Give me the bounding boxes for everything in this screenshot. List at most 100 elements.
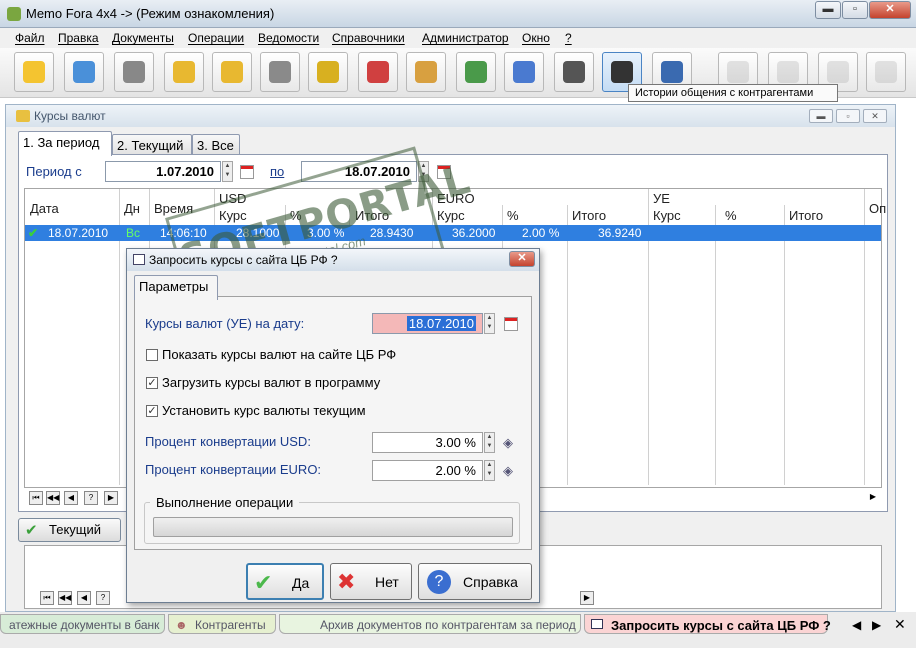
first-record-button[interactable]: ⏮ xyxy=(40,591,54,605)
close-tab-icon[interactable]: ✕ xyxy=(894,616,906,633)
tab-all[interactable]: 3. Все xyxy=(192,134,240,156)
help-label: Справка xyxy=(463,574,518,590)
eraser-icon[interactable]: ◈ xyxy=(503,435,513,451)
prev-page-button[interactable]: ◀◀ xyxy=(58,591,72,605)
prev-record-button[interactable]: ◀ xyxy=(77,591,91,605)
next-tab-arrow-icon[interactable]: ▶ xyxy=(872,618,881,632)
next-record-button[interactable]: ▶ xyxy=(104,491,118,505)
period-from-spinner[interactable]: ▲ ▼ xyxy=(222,161,233,182)
child-minimize-button[interactable]: ▬ xyxy=(809,109,833,123)
note-pen-button[interactable] xyxy=(14,52,54,92)
child-title: Курсы валют xyxy=(34,109,106,123)
child-close-button[interactable]: ✕ xyxy=(863,109,887,123)
menu-help[interactable]: ? xyxy=(565,31,572,45)
menu-admin[interactable]: Администратор xyxy=(422,31,509,45)
printer-register-button[interactable] xyxy=(114,52,154,92)
prev-page-button[interactable]: ◀◀ xyxy=(46,491,60,505)
users-icon: ☻ xyxy=(175,618,188,632)
yes-button[interactable]: ✔ Да xyxy=(246,563,324,600)
import-folder-icon xyxy=(221,61,243,83)
col-ue-total[interactable]: Итого xyxy=(789,208,823,223)
import-folder-button[interactable] xyxy=(212,52,252,92)
set-current-checkbox[interactable]: ✓ xyxy=(146,405,158,417)
headset-icon xyxy=(611,61,633,83)
usd-pct-spinner[interactable]: ▲ ▼ xyxy=(484,432,495,453)
grid-line xyxy=(715,205,716,485)
tab-contractors[interactable]: ☻ Контрагенты xyxy=(168,614,276,634)
minimize-button[interactable]: ▬ xyxy=(815,1,841,19)
forklift-button[interactable] xyxy=(308,52,348,92)
col-ue[interactable]: УЕ xyxy=(653,191,670,206)
load-rates-label: Загрузить курсы валют в программу xyxy=(162,375,381,390)
download-document-icon xyxy=(269,61,291,83)
window-tabs-bar: атежные документы в банк ☻ Контрагенты А… xyxy=(0,612,916,648)
menu-file[interactable]: Файл xyxy=(15,31,45,45)
col-euro-pct[interactable]: % xyxy=(507,208,519,223)
current-button[interactable]: ✔ Текущий xyxy=(18,518,121,542)
app-icon xyxy=(7,7,21,21)
close-button[interactable]: ✕ xyxy=(869,1,911,19)
help-nav-button[interactable]: ? xyxy=(84,491,98,505)
cell-eur-total: 36.9240 xyxy=(598,226,642,240)
printer-register-icon xyxy=(123,61,145,83)
tab-period[interactable]: 1. За период xyxy=(18,131,112,156)
box-icon xyxy=(415,61,437,83)
menu-statements[interactable]: Ведомости xyxy=(258,31,319,45)
col-ue-pct[interactable]: % xyxy=(725,208,737,223)
bar-chart-button[interactable] xyxy=(504,52,544,92)
maximize-button[interactable]: ▫ xyxy=(842,1,868,19)
prev-record-button[interactable]: ◀ xyxy=(64,491,78,505)
gray-tool-3-icon xyxy=(827,61,849,83)
usd-pct-field[interactable]: 3.00 % xyxy=(372,432,483,453)
gray-tool-2-icon xyxy=(777,61,799,83)
col-day[interactable]: Дн xyxy=(124,201,140,216)
menu-edit[interactable]: Правка xyxy=(58,31,99,45)
menu-documents[interactable]: Документы xyxy=(112,31,174,45)
menu-references[interactable]: Справочники xyxy=(332,31,405,45)
binoculars-button[interactable] xyxy=(554,52,594,92)
next-record-button[interactable]: ▶ xyxy=(580,591,594,605)
load-rates-checkbox[interactable]: ✓ xyxy=(146,377,158,389)
calendar-icon[interactable] xyxy=(504,317,518,331)
date-label: Курсы валют (УЕ) на дату: xyxy=(145,316,305,331)
rate-date-field[interactable]: 18.07.2010 xyxy=(372,313,483,334)
period-from-field[interactable]: 1.07.2010 xyxy=(105,161,221,182)
tab-request-rates-label: Запросить курсы с сайта ЦБ РФ ? xyxy=(611,618,831,633)
usd-pct-label: Процент конвертации USD: xyxy=(145,434,311,449)
tab-parameters[interactable]: Параметры xyxy=(134,275,218,300)
col-euro-total[interactable]: Итого xyxy=(572,208,606,223)
gray-tool-4-button[interactable] xyxy=(866,52,906,92)
contractors-users-button[interactable] xyxy=(358,52,398,92)
show-site-checkbox[interactable] xyxy=(146,349,158,361)
tab-current[interactable]: 2. Текущий xyxy=(112,134,192,156)
menu-window[interactable]: Окно xyxy=(522,31,550,45)
prev-tab-arrow-icon[interactable]: ◀ xyxy=(852,618,861,632)
menu-operations[interactable]: Операции xyxy=(188,31,244,45)
check-icon: ✔ xyxy=(28,226,39,240)
col-op[interactable]: Оп xyxy=(869,201,886,216)
presentation-button[interactable] xyxy=(456,52,496,92)
rate-date-spinner[interactable]: ▲ ▼ xyxy=(484,313,495,334)
calendar-icon[interactable] xyxy=(240,165,254,179)
no-button[interactable]: ✖ Нет xyxy=(330,563,412,600)
help-button[interactable]: ? Справка xyxy=(418,563,532,600)
menu-bar: Файл Правка Документы Операции Ведомости… xyxy=(0,28,916,48)
first-record-button[interactable]: ⏮ xyxy=(29,491,43,505)
progress-label: Выполнение операции xyxy=(150,495,300,510)
scroll-right-button[interactable]: ▶ xyxy=(866,491,880,505)
eraser-icon[interactable]: ◈ xyxy=(503,463,513,479)
col-date[interactable]: Дата xyxy=(30,201,59,216)
euro-pct-spinner[interactable]: ▲ ▼ xyxy=(484,460,495,481)
col-ue-rate[interactable]: Курс xyxy=(653,208,681,223)
tab-request-rates[interactable]: Запросить курсы с сайта ЦБ РФ ? xyxy=(584,614,831,634)
box-button[interactable] xyxy=(406,52,446,92)
download-document-button[interactable] xyxy=(260,52,300,92)
tab-payment-docs[interactable]: атежные документы в банк xyxy=(0,614,165,634)
add-folder-button[interactable] xyxy=(164,52,204,92)
help-nav-button[interactable]: ? xyxy=(96,591,110,605)
card-button[interactable] xyxy=(64,52,104,92)
euro-pct-field[interactable]: 2.00 % xyxy=(372,460,483,481)
tab-archive[interactable]: Архив документов по контрагентам за пери… xyxy=(279,614,581,634)
dialog-close-button[interactable]: ✕ xyxy=(509,251,535,267)
child-maximize-button[interactable]: ▫ xyxy=(836,109,860,123)
